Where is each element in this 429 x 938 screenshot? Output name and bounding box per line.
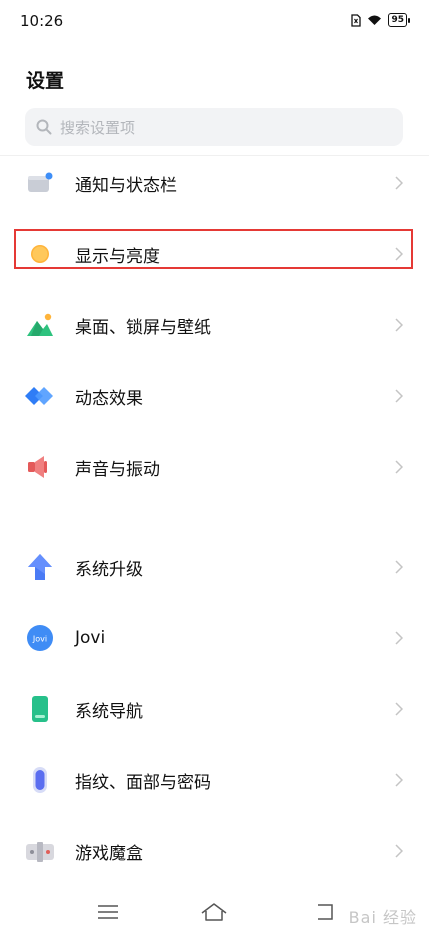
- page-title: 设置: [26, 70, 65, 92]
- wifi-icon: [368, 15, 382, 25]
- settings-item-label: 游戏魔盒: [75, 843, 143, 864]
- settings-item-label: 系统导航: [75, 701, 143, 722]
- settings-item-upgrade[interactable]: 系统升级: [0, 537, 429, 597]
- chevron-right-icon: [395, 389, 403, 403]
- wallpaper-icon: [25, 310, 55, 340]
- settings-item-sound[interactable]: 声音与振动: [0, 437, 429, 497]
- navigation-icon: [25, 694, 55, 724]
- home-icon[interactable]: [200, 902, 228, 922]
- sim-icon: [351, 13, 362, 27]
- jovi-badge-text: Jovi: [32, 635, 47, 644]
- chevron-right-icon: [395, 844, 403, 858]
- battery-icon: 95: [388, 13, 410, 27]
- sound-icon: [25, 452, 55, 482]
- system-nav-bar: Bai 经验: [0, 885, 429, 938]
- search-placeholder: 搜索设置项: [60, 118, 136, 137]
- settings-item-label: 声音与振动: [75, 459, 160, 480]
- settings-item-notifications[interactable]: 通知与状态栏: [0, 153, 429, 213]
- notification-icon: [25, 168, 55, 198]
- chevron-right-icon: [395, 318, 403, 332]
- fingerprint-icon: [25, 765, 55, 795]
- status-time: 10:26: [20, 12, 64, 30]
- settings-item-label: Jovi: [75, 628, 106, 648]
- chevron-right-icon: [395, 460, 403, 474]
- watermark: Bai 经验: [348, 908, 417, 927]
- settings-item-navigation[interactable]: 系统导航: [0, 679, 429, 739]
- chevron-right-icon: [395, 560, 403, 574]
- status-bar: 10:26 95: [0, 0, 429, 44]
- chevron-right-icon: [395, 773, 403, 787]
- settings-item-jovi[interactable]: Jovi Jovi: [0, 608, 429, 668]
- chevron-right-icon: [395, 631, 403, 645]
- settings-item-label: 桌面、锁屏与壁纸: [75, 317, 211, 338]
- chevron-right-icon: [395, 702, 403, 716]
- search-input[interactable]: 搜索设置项: [25, 108, 403, 146]
- settings-item-label: 指纹、面部与密码: [75, 772, 211, 793]
- status-icons: 95: [351, 13, 410, 27]
- settings-item-animation[interactable]: 动态效果: [0, 366, 429, 426]
- settings-item-label: 通知与状态栏: [75, 175, 177, 196]
- jovi-icon: Jovi: [25, 623, 55, 653]
- menu-icon[interactable]: [97, 904, 119, 920]
- settings-item-wallpaper[interactable]: 桌面、锁屏与壁纸: [0, 295, 429, 355]
- settings-item-label: 动态效果: [75, 388, 143, 409]
- highlight-box: [14, 229, 413, 269]
- back-icon[interactable]: [315, 903, 335, 921]
- settings-item-label: 系统升级: [75, 559, 143, 580]
- chevron-right-icon: [395, 176, 403, 190]
- settings-item-fingerprint[interactable]: 指纹、面部与密码: [0, 750, 429, 810]
- animation-icon: [25, 381, 55, 411]
- search-icon: [36, 119, 52, 135]
- settings-item-game-box[interactable]: 游戏魔盒: [0, 821, 429, 881]
- upgrade-icon: [25, 552, 55, 582]
- game-box-icon: [25, 836, 55, 866]
